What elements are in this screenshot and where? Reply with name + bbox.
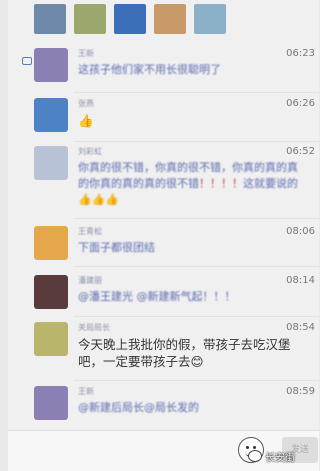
message-text[interactable]: 你真的很不错，你真的很不错，你真的真的真的你真的真的真的很不错！！！！这就要说的… (78, 160, 308, 208)
message-text[interactable]: 这孩子他们家不用长很聪明了 (78, 62, 300, 78)
member-avatar[interactable] (194, 4, 226, 34)
chat-message: 张燕 06:26 👍 (8, 98, 319, 142)
member-avatar[interactable] (154, 4, 186, 34)
message-time: 06:23 (286, 48, 315, 59)
message-text[interactable]: 下面子都很团结 (78, 240, 300, 256)
sender-name: 王青松 (78, 227, 102, 236)
sender-name: 王新 (78, 49, 94, 58)
chat-message: 王新 06:23 这孩子他们家不用长很聪明了 (8, 48, 319, 94)
message-text[interactable]: 👍 (78, 112, 300, 129)
sender-name: 王新 (78, 387, 94, 396)
avatar[interactable] (34, 226, 68, 260)
message-time: 08:59 (286, 386, 315, 397)
chat-message: 关局局长 08:54 今天晚上我批你的假，带孩子去吃汉堡吧，一定要带孩子去😊 (8, 322, 319, 380)
avatar[interactable] (34, 275, 68, 309)
divider (74, 92, 319, 93)
avatar[interactable] (34, 146, 68, 180)
message-time: 08:06 (286, 226, 315, 237)
message-text[interactable]: @潘王建光 @新建新气起！！！ (78, 289, 300, 305)
message-text-part: ！！！！ (199, 177, 243, 190)
message-time: 08:14 (286, 275, 315, 286)
divider (74, 316, 319, 317)
message-time: 08:54 (286, 322, 315, 333)
wechat-icon (248, 450, 262, 462)
divider (74, 141, 319, 142)
chat-message: 刘彩虹 06:52 你真的很不错，你真的很不错，你真的真的真的你真的真的真的很不… (8, 146, 319, 216)
avatar[interactable] (34, 48, 68, 82)
sender-name: 张燕 (78, 99, 94, 108)
divider (74, 266, 319, 267)
message-time: 06:52 (286, 146, 315, 157)
message-text-part: 这就要说的 (243, 177, 298, 190)
sender-name: 关局局长 (78, 323, 110, 332)
sender-name: 刘彩虹 (78, 147, 102, 156)
message-text[interactable]: @新建后局长@局长发的 (78, 400, 300, 416)
watermark-text: 长安街 (265, 452, 295, 464)
chat-message: 王青松 08:06 下面子都很团结 (8, 226, 319, 268)
avatar[interactable] (34, 98, 68, 132)
group-members-row (8, 0, 319, 38)
sender-name: 潘建丽 (78, 276, 102, 285)
chat-window: 王新 06:23 这孩子他们家不用长很聪明了 张燕 06:26 👍 刘彩虹 06… (8, 0, 319, 470)
divider (74, 380, 319, 381)
divider (74, 218, 319, 219)
chat-message: 王新 08:59 @新建后局长@局长发的 (8, 386, 319, 428)
member-avatar[interactable] (114, 4, 146, 34)
message-text[interactable]: 今天晚上我批你的假，带孩子去吃汉堡吧，一定要带孩子去😊 (78, 336, 300, 370)
member-avatar[interactable] (74, 4, 106, 34)
message-text-part: 👍👍👍 (78, 193, 120, 206)
avatar[interactable] (34, 386, 68, 420)
watermark: 长安街 (248, 448, 295, 464)
member-avatar[interactable] (34, 4, 66, 34)
message-time: 06:26 (286, 98, 315, 109)
avatar[interactable] (34, 322, 68, 356)
chat-message: 潘建丽 08:14 @潘王建光 @新建新气起！！！ (8, 275, 319, 317)
